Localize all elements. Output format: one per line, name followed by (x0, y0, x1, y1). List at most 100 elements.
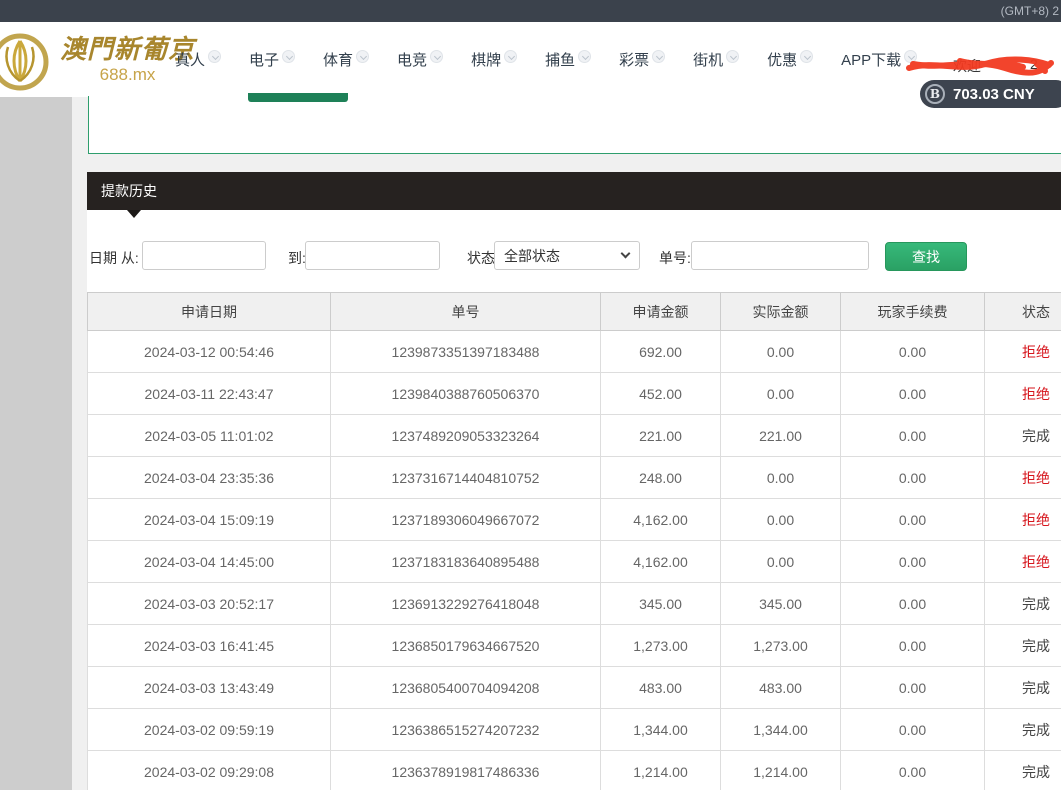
nav-item-label: 捕鱼 (545, 49, 575, 70)
nav-item-label: 棋牌 (471, 49, 501, 70)
filter-row: 日期 从: 到: 状态: 全部状态 单号: 查找 (87, 241, 1061, 271)
cell-date: 2024-03-02 09:59:19 (88, 709, 331, 751)
search-button[interactable]: 查找 (885, 242, 967, 271)
nav-item-label: APP下载 (841, 49, 901, 70)
nav-item-3[interactable]: 体育 (323, 49, 369, 70)
chevron-down-circle-icon (652, 50, 665, 63)
nav-item-8[interactable]: 街机 (693, 49, 739, 70)
table-row: 2024-03-04 23:35:36123731671440481075224… (88, 457, 1061, 499)
cell-actual-amount: 1,214.00 (721, 751, 841, 790)
cell-actual-amount: 221.00 (721, 415, 841, 457)
nav-item-9[interactable]: 优惠 (767, 49, 813, 70)
cell-player-fee: 0.00 (841, 415, 985, 457)
cell-date: 2024-03-05 11:01:02 (88, 415, 331, 457)
cell-status: 完成 (985, 751, 1061, 790)
nav-item-1[interactable]: 真人 (175, 49, 221, 70)
cell-actual-amount: 483.00 (721, 667, 841, 709)
cell-date: 2024-03-02 09:29:08 (88, 751, 331, 790)
cell-date: 2024-03-04 15:09:19 (88, 499, 331, 541)
section-arrow-icon (127, 210, 141, 218)
nav-item-label: 优惠 (767, 49, 797, 70)
chevron-down-circle-icon (208, 50, 221, 63)
nav-item-label: 电子 (249, 49, 279, 70)
cell-order-number: 1237183183640895488 (331, 541, 601, 583)
column-header: 实际金额 (721, 293, 841, 331)
date-from-input[interactable] (142, 241, 266, 270)
cell-player-fee: 0.00 (841, 373, 985, 415)
site-header: 澳門新葡京 688.mx 真人 电子 体育 电竞 棋牌 捕鱼 彩票 街机 优惠 APP下载 欢迎 … (0, 22, 1061, 97)
cell-request-amount: 248.00 (601, 457, 721, 499)
cell-order-number: 1236386515274207232 (331, 709, 601, 751)
cell-request-amount: 1,214.00 (601, 751, 721, 790)
nav-item-5[interactable]: 棋牌 (471, 49, 517, 70)
cell-request-amount: 221.00 (601, 415, 721, 457)
section-title: 提款历史 (101, 181, 157, 201)
table-header-row: 申请日期单号申请金额实际金额玩家手续费状态 (88, 293, 1061, 331)
cell-status: 完成 (985, 415, 1061, 457)
order-number-input[interactable] (691, 241, 869, 270)
cell-actual-amount: 0.00 (721, 457, 841, 499)
chevron-down-circle-icon (430, 50, 443, 63)
cell-player-fee: 0.00 (841, 541, 985, 583)
table-row: 2024-03-03 13:43:49123680540070409420848… (88, 667, 1061, 709)
cell-order-number: 1239840388760506370 (331, 373, 601, 415)
cell-order-number: 1237489209053323264 (331, 415, 601, 457)
cell-date: 2024-03-04 23:35:36 (88, 457, 331, 499)
column-header: 单号 (331, 293, 601, 331)
nav-item-2[interactable]: 电子 (249, 49, 295, 70)
balance-pill[interactable]: B 703.03 CNY (920, 80, 1061, 108)
cell-actual-amount: 0.00 (721, 499, 841, 541)
nav-item-label: 体育 (323, 49, 353, 70)
status-select[interactable]: 全部状态 (494, 241, 640, 270)
cell-order-number: 1236378919817486336 (331, 751, 601, 790)
chevron-down-circle-icon (800, 50, 813, 63)
chevron-down-circle-icon (282, 50, 295, 63)
cell-request-amount: 4,162.00 (601, 499, 721, 541)
site-logo[interactable]: 澳門新葡京 688.mx (0, 22, 195, 97)
cell-status: 完成 (985, 667, 1061, 709)
nav-item-label: 电竞 (397, 49, 427, 70)
topbar: (GMT+8) 2 (0, 0, 1061, 22)
cell-status: 完成 (985, 709, 1061, 751)
red-redaction-scribble (905, 52, 1055, 78)
chevron-down-circle-icon (356, 50, 369, 63)
table-row: 2024-03-03 20:52:17123691322927641804834… (88, 583, 1061, 625)
chevron-down-circle-icon (504, 50, 517, 63)
welcome-area: 欢迎 2 (905, 52, 1055, 78)
cell-date: 2024-03-11 22:43:47 (88, 373, 331, 415)
cell-request-amount: 1,273.00 (601, 625, 721, 667)
nav-item-7[interactable]: 彩票 (619, 49, 665, 70)
nav-item-label: 彩票 (619, 49, 649, 70)
lotus-emblem-icon (0, 25, 58, 97)
cell-order-number: 1236850179634667520 (331, 625, 601, 667)
nav-item-label: 真人 (175, 49, 205, 70)
cell-request-amount: 452.00 (601, 373, 721, 415)
table-row: 2024-03-11 22:43:47123984038876050637045… (88, 373, 1061, 415)
cell-player-fee: 0.00 (841, 583, 985, 625)
cell-order-number: 1237316714404810752 (331, 457, 601, 499)
cell-order-number: 1237189306049667072 (331, 499, 601, 541)
balance-amount: 703.03 CNY (953, 86, 1035, 103)
chevron-down-circle-icon (578, 50, 591, 63)
order-number-label: 单号: (659, 248, 691, 268)
table-body: 2024-03-12 00:54:46123987335139718348869… (88, 331, 1061, 790)
main-nav: 真人 电子 体育 电竞 棋牌 捕鱼 彩票 街机 优惠 APP下载 (175, 22, 917, 97)
nav-item-4[interactable]: 电竞 (397, 49, 443, 70)
cell-player-fee: 0.00 (841, 667, 985, 709)
cell-player-fee: 0.00 (841, 457, 985, 499)
cell-status: 拒绝 (985, 499, 1061, 541)
cell-status: 拒绝 (985, 457, 1061, 499)
column-header: 申请金额 (601, 293, 721, 331)
date-to-input[interactable] (305, 241, 440, 270)
status-select-value: 全部状态 (504, 246, 560, 266)
submit-button-fragment[interactable] (248, 93, 348, 102)
form-box (88, 96, 1061, 154)
nav-item-6[interactable]: 捕鱼 (545, 49, 591, 70)
cell-player-fee: 0.00 (841, 625, 985, 667)
column-header: 申请日期 (88, 293, 331, 331)
cell-date: 2024-03-03 16:41:45 (88, 625, 331, 667)
cell-request-amount: 4,162.00 (601, 541, 721, 583)
table-row: 2024-03-05 11:01:02123748920905332326422… (88, 415, 1061, 457)
cell-status: 拒绝 (985, 541, 1061, 583)
table-row: 2024-03-02 09:59:1912363865152742072321,… (88, 709, 1061, 751)
